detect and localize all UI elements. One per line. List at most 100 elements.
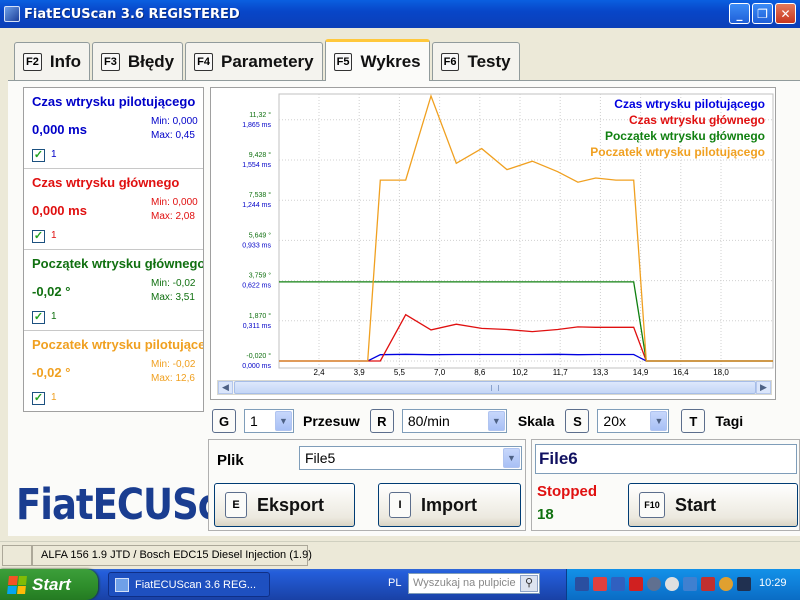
- scroll-right-arrow-icon[interactable]: ▶: [756, 381, 771, 394]
- chevron-down-icon: ▼: [275, 411, 292, 431]
- channel-max: Max: 0,45: [151, 130, 195, 141]
- network-icon[interactable]: [575, 577, 589, 591]
- x-tick-label: 10,2: [512, 368, 528, 377]
- x-tick-label: 7,0: [434, 368, 446, 377]
- channel-item[interactable]: Czas wtrysku głównego 0,000 ms Min: 0,00…: [24, 169, 203, 250]
- channel-min: Min: -0,02: [151, 359, 196, 370]
- legend-entry: Początek wtrysku głównego: [605, 129, 765, 143]
- y-tick-label-ms: 0,000 ms: [242, 363, 271, 370]
- hotkey-badge: F4: [194, 52, 213, 71]
- chevron-down-icon: ▼: [487, 411, 505, 431]
- chart-scrollbar[interactable]: ◀ ▶: [217, 380, 772, 395]
- speaker-icon[interactable]: [647, 577, 661, 591]
- search-tray-icon[interactable]: [665, 577, 679, 591]
- minimize-button[interactable]: _: [729, 3, 750, 24]
- hotkey-badge: F5: [333, 52, 353, 71]
- g-select-value: 1: [250, 413, 258, 429]
- y-tick-label-deg: 5,649 °: [249, 231, 271, 239]
- grip-icon: [491, 385, 499, 391]
- skala-label: Skala: [517, 413, 555, 429]
- tab-label: Testy: [467, 51, 511, 71]
- tab-wykres[interactable]: F5 Wykres: [324, 39, 430, 81]
- ati-icon[interactable]: [629, 577, 643, 591]
- g-select[interactable]: 1 ▼: [244, 409, 294, 433]
- eksport-label: Eksport: [257, 494, 325, 515]
- maximize-button[interactable]: ❐: [752, 3, 773, 24]
- chart-controls: G 1 ▼ Przesuw R 80/min ▼ Skala S 20x ▼ T Ta…: [212, 406, 743, 436]
- t-key-button[interactable]: T: [681, 409, 706, 433]
- y-tick-label-deg: 9,428 °: [249, 151, 271, 159]
- y-tick-label-ms: 1,865 ms: [242, 122, 271, 129]
- channel-value: 0,000 ms: [32, 203, 87, 218]
- chart-panel: 2,4 3,9 5,5 7,0 8,6 10,2 11,7 13,3 14,9 16,4 18,0 -…: [210, 87, 776, 400]
- record-status: Stopped: [537, 483, 597, 500]
- close-button[interactable]: ✕: [775, 3, 796, 24]
- antivirus-icon[interactable]: [593, 577, 607, 591]
- app-icon: [4, 6, 20, 22]
- tab-info[interactable]: F2 Info: [14, 42, 90, 80]
- g-key-button[interactable]: G: [212, 409, 236, 433]
- app-icon: [115, 577, 129, 592]
- scroll-left-arrow-icon[interactable]: ◀: [218, 381, 233, 394]
- language-indicator[interactable]: PL: [388, 577, 401, 589]
- hotkey-badge: F6: [440, 52, 460, 71]
- x-tick-label: 2,4: [313, 368, 325, 377]
- x-tick-label: 5,5: [394, 368, 406, 377]
- plik-select[interactable]: File5 ▼: [299, 446, 522, 470]
- hotkey-badge: F3: [101, 52, 120, 71]
- start-recording-button[interactable]: F10 Start: [628, 483, 798, 527]
- display-icon[interactable]: [611, 577, 625, 591]
- channel-checkbox[interactable]: ✓: [32, 230, 45, 243]
- tab-testy[interactable]: F6 Testy: [431, 42, 520, 80]
- y-tick-label-deg: 1,870 °: [249, 312, 271, 320]
- eksport-button[interactable]: E Eksport: [214, 483, 355, 527]
- legend-entry: Czas wtrysku głównego: [629, 113, 765, 127]
- channel-checkbox[interactable]: ✓: [32, 392, 45, 405]
- shield-icon[interactable]: [701, 577, 715, 591]
- tab-parametery[interactable]: F4 Parametery: [185, 42, 323, 80]
- star-icon[interactable]: [737, 577, 751, 591]
- taskbar-app-item[interactable]: FiatECUScan 3.6 REG...: [108, 572, 270, 597]
- tab-label: Parametery: [220, 51, 314, 71]
- y-tick-label-deg: 11,32 °: [249, 111, 271, 119]
- start-button[interactable]: Start: [0, 569, 98, 600]
- search-icon[interactable]: ⚲: [520, 575, 538, 592]
- import-button[interactable]: I Import: [378, 483, 521, 527]
- tab-bledy[interactable]: F3 Błędy: [92, 42, 184, 80]
- s-select[interactable]: 20x ▼: [597, 409, 670, 433]
- tab-label: Info: [49, 51, 81, 71]
- s-key-button[interactable]: S: [565, 409, 590, 433]
- channel-item[interactable]: Poczatek wtrysku pilotującego -0,02 ° Mi…: [24, 331, 203, 411]
- chevron-down-icon: ▼: [650, 411, 668, 431]
- x-tick-label: 13,3: [593, 368, 609, 377]
- channel-checkbox[interactable]: ✓: [32, 311, 45, 324]
- r-key-button[interactable]: R: [369, 409, 394, 433]
- s-select-value: 20x: [603, 413, 626, 429]
- usb-icon[interactable]: [683, 577, 697, 591]
- channel-item[interactable]: Czas wtrysku pilotującego 0,000 ms Min: …: [24, 88, 203, 169]
- plik-label: Plik: [217, 452, 244, 469]
- channel-checkbox[interactable]: ✓: [32, 149, 45, 162]
- file-group: Plik File5 ▼ E Eksport I Import: [208, 439, 526, 531]
- window-controls: _ ❐ ✕: [729, 3, 796, 24]
- r-select-value: 80/min: [407, 413, 450, 429]
- search-placeholder: Wyszukaj na pulpicie: [413, 577, 516, 589]
- desktop-search-input[interactable]: Wyszukaj na pulpicie ⚲: [408, 573, 540, 594]
- r-select[interactable]: 80/min ▼: [401, 409, 507, 433]
- scroll-thumb[interactable]: [234, 381, 756, 394]
- x-tick-label: 14,9: [633, 368, 649, 377]
- hotkey-badge: F2: [23, 52, 42, 71]
- channel-name: Czas wtrysku głównego: [32, 175, 180, 190]
- hotkey-badge: I: [389, 492, 411, 518]
- wifi-icon[interactable]: [719, 577, 733, 591]
- start-label: Start: [675, 494, 717, 515]
- channel-checkbox-label: 1: [51, 392, 57, 403]
- chevron-down-icon: ▼: [503, 448, 520, 468]
- channel-min: Min: -0,02: [151, 278, 196, 289]
- y-tick-label-ms: 0,311 ms: [243, 323, 272, 330]
- line-chart: 2,4 3,9 5,5 7,0 8,6 10,2 11,7 13,3 14,9 16,4 18,0 -…: [242, 93, 774, 377]
- x-tick-label: 16,4: [673, 368, 689, 377]
- x-tick-label: 3,9: [354, 368, 366, 377]
- channel-item[interactable]: Początek wtrysku głównego -0,02 ° Min: -…: [24, 250, 203, 331]
- start-label: Start: [32, 574, 71, 594]
